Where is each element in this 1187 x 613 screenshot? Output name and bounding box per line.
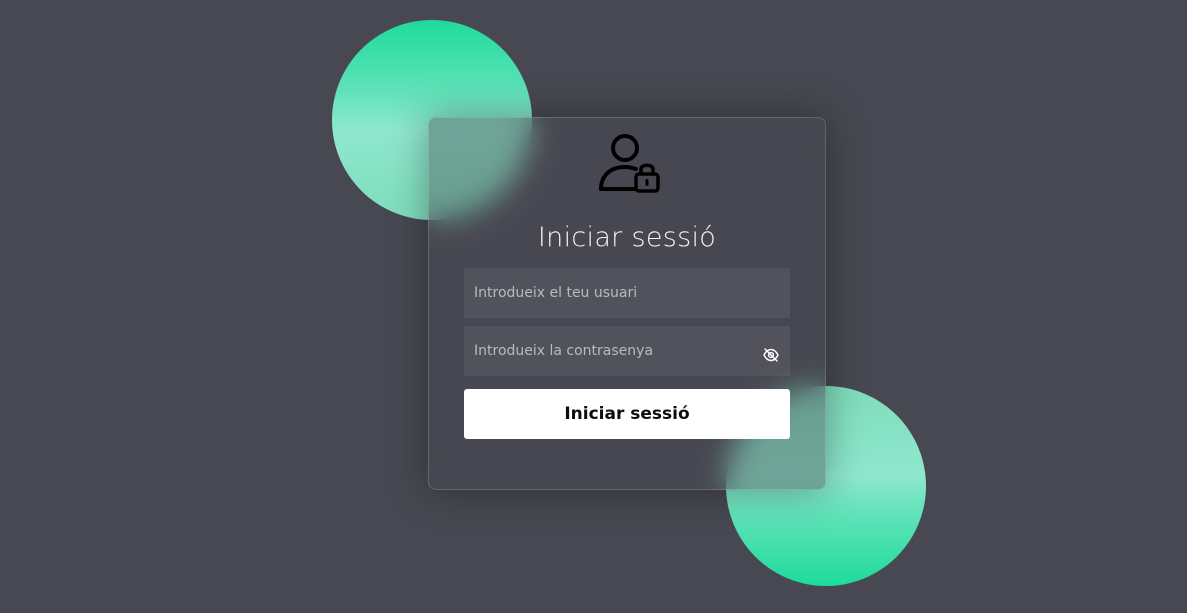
- login-title: Iniciar sessió: [537, 222, 717, 253]
- login-page: Iniciar sessió Iniciar sessió: [0, 0, 1187, 613]
- eye-slash-icon[interactable]: [763, 348, 779, 362]
- username-input[interactable]: [464, 268, 790, 318]
- login-card: Iniciar sessió Iniciar sessió: [428, 117, 826, 490]
- user-lock-icon: [599, 134, 660, 193]
- password-input[interactable]: [464, 326, 790, 376]
- login-button[interactable]: Iniciar sessió: [464, 389, 790, 439]
